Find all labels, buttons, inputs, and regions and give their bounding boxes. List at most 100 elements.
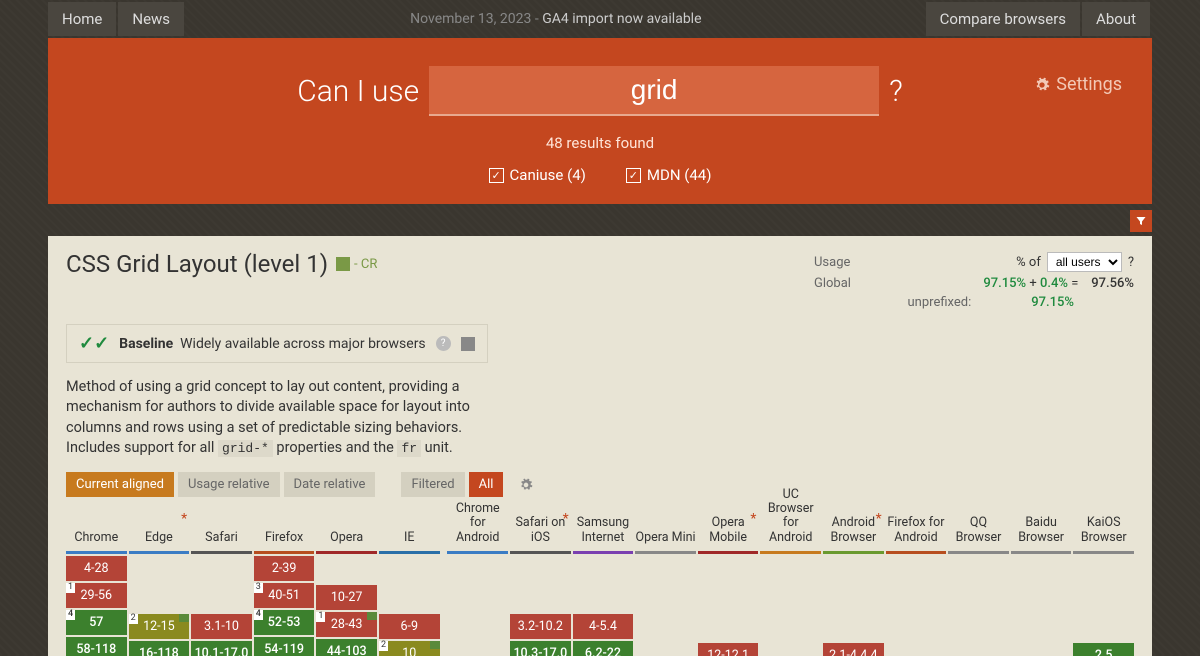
version-cell[interactable]: 3.1-10 bbox=[191, 614, 252, 639]
version-cell[interactable]: 16-118 bbox=[129, 641, 190, 656]
browser-header[interactable]: KaiOS Browser bbox=[1073, 509, 1134, 551]
browser-header[interactable]: Edge* bbox=[129, 509, 190, 551]
usage-scope-select[interactable]: all users bbox=[1047, 252, 1122, 272]
browser-header[interactable]: Firefox for Android bbox=[886, 509, 947, 551]
viewmode-usage[interactable]: Usage relative bbox=[178, 472, 280, 497]
viewmode-current[interactable]: Current aligned bbox=[66, 472, 174, 497]
browser-header[interactable]: Samsung Internet bbox=[573, 509, 634, 551]
note-badge: 2 bbox=[379, 641, 388, 651]
spec-status[interactable]: - CR bbox=[336, 257, 377, 272]
browser-header[interactable]: Chrome for Android bbox=[447, 509, 508, 551]
nav-compare[interactable]: Compare browsers bbox=[926, 2, 1080, 36]
viewmode-filtered[interactable]: Filtered bbox=[401, 472, 464, 497]
version-cell[interactable]: 2-39 bbox=[254, 556, 315, 581]
baseline-help-icon[interactable]: ? bbox=[436, 336, 451, 351]
browser-column: UC Browser for Android bbox=[760, 509, 821, 656]
browser-underline bbox=[129, 551, 190, 554]
version-cell[interactable]: 6-9 bbox=[379, 614, 440, 639]
global-label: Global bbox=[814, 276, 983, 291]
browser-header[interactable]: Baidu Browser bbox=[1011, 509, 1072, 551]
version-cell[interactable]: 10-27 bbox=[316, 585, 377, 610]
browser-underline bbox=[1073, 551, 1134, 554]
browser-column: Opera Mobile* 12-12.1 bbox=[698, 509, 759, 656]
version-cell[interactable]: 52-534 bbox=[254, 610, 315, 635]
browser-underline bbox=[1011, 551, 1072, 554]
browser-underline bbox=[510, 551, 571, 554]
browser-header[interactable]: Chrome bbox=[66, 509, 127, 551]
version-cell[interactable]: 3.2-10.2 bbox=[510, 614, 571, 639]
news-link[interactable]: GA4 import now available bbox=[542, 11, 701, 27]
browser-header[interactable]: Opera Mini bbox=[635, 509, 696, 551]
browser-column: Edge* 12-152 16-118 bbox=[129, 509, 190, 656]
settings-button[interactable]: Settings bbox=[1034, 74, 1122, 95]
browser-header[interactable]: Opera Mobile* bbox=[698, 509, 759, 551]
nav-news[interactable]: News bbox=[118, 2, 184, 36]
checkmark-icon: ✓ bbox=[626, 168, 641, 183]
viewmode-all[interactable]: All bbox=[469, 472, 504, 497]
version-cell[interactable]: 28-431 bbox=[316, 612, 377, 637]
prefix-flag-icon bbox=[430, 641, 440, 649]
gear-icon bbox=[1034, 77, 1050, 93]
nav-about[interactable]: About bbox=[1082, 2, 1150, 36]
version-cell[interactable]: 4-5.4 bbox=[573, 614, 634, 639]
version-cell[interactable]: 2.1-4.4.4 bbox=[823, 643, 884, 656]
prefix-flag-icon bbox=[367, 612, 377, 620]
browser-header[interactable]: QQ Browser bbox=[948, 509, 1009, 551]
browser-column: Opera Mini bbox=[635, 509, 696, 656]
flag-icon[interactable] bbox=[461, 337, 475, 351]
unprefixed-pct: 97.15% bbox=[1031, 295, 1074, 310]
browser-header[interactable]: UC Browser for Android bbox=[760, 509, 821, 551]
version-cell[interactable]: 4-28 bbox=[66, 556, 127, 581]
browser-column: Chrome for Android bbox=[447, 509, 508, 656]
version-cell[interactable]: 12-12.1 bbox=[698, 643, 759, 656]
viewmode-gear-icon[interactable] bbox=[519, 478, 533, 492]
version-cell[interactable]: 44-103 bbox=[316, 639, 377, 656]
prefix-flag-icon bbox=[179, 614, 189, 622]
source-mdn-checkbox[interactable]: ✓ MDN (44) bbox=[626, 166, 712, 184]
version-cell[interactable]: 10.3-17.0 bbox=[510, 641, 571, 656]
browser-header[interactable]: Safari bbox=[191, 509, 252, 551]
version-cell[interactable]: 29-561 bbox=[66, 583, 127, 608]
browser-underline bbox=[447, 551, 508, 554]
browser-header[interactable]: Firefox bbox=[254, 509, 315, 551]
spec-icon bbox=[336, 257, 350, 271]
browser-underline bbox=[886, 551, 947, 554]
feature-title: CSS Grid Layout (level 1) bbox=[66, 250, 328, 278]
note-badge: 1 bbox=[316, 612, 325, 622]
nav-home[interactable]: Home bbox=[48, 2, 116, 36]
browser-header[interactable]: Android Browser* bbox=[823, 509, 884, 551]
source-caniuse-checkbox[interactable]: ✓ Caniuse (4) bbox=[489, 166, 586, 184]
funnel-icon bbox=[1135, 215, 1147, 227]
version-cell[interactable]: 574 bbox=[66, 610, 127, 635]
browser-header[interactable]: Opera bbox=[316, 509, 377, 551]
browser-underline bbox=[760, 551, 821, 554]
version-cell[interactable]: 12-152 bbox=[129, 614, 190, 639]
usage-label: Usage bbox=[814, 255, 1016, 270]
usage-help[interactable]: ? bbox=[1128, 255, 1134, 270]
news-banner: November 13, 2023 - GA4 import now avail… bbox=[186, 11, 926, 27]
version-cell[interactable]: 10.1-17.0 bbox=[191, 641, 252, 656]
viewmode-date[interactable]: Date relative bbox=[284, 472, 376, 497]
browser-column: QQ Browser bbox=[948, 509, 1009, 656]
note-star-icon: * bbox=[563, 511, 569, 527]
search-hero: Can I use ? Settings 48 results found ✓ … bbox=[48, 38, 1152, 204]
results-count: 48 results found bbox=[68, 134, 1132, 152]
browser-header[interactable]: Safari on iOS* bbox=[510, 509, 571, 551]
browser-underline bbox=[66, 551, 127, 554]
version-cell[interactable]: 102 bbox=[379, 641, 440, 656]
version-cell[interactable]: 58-118 bbox=[66, 637, 127, 656]
browser-underline bbox=[379, 551, 440, 554]
version-cell[interactable]: 54-119 bbox=[254, 637, 315, 656]
search-input[interactable] bbox=[429, 66, 879, 116]
browser-column: IE 6-9 102 bbox=[379, 509, 440, 656]
version-cell[interactable]: 2.5 bbox=[1073, 643, 1134, 656]
filter-button[interactable] bbox=[1130, 210, 1152, 232]
feature-description: Method of using a grid concept to lay ou… bbox=[66, 377, 506, 458]
version-cell[interactable]: 40-513 bbox=[254, 583, 315, 608]
browser-column: Firefox 2-3940-51352-534 54-119 bbox=[254, 509, 315, 656]
note-badge: 2 bbox=[129, 614, 138, 624]
browser-column: Android Browser* 2.1-4.4.4 bbox=[823, 509, 884, 656]
news-date: November 13, 2023 bbox=[410, 11, 531, 27]
version-cell[interactable]: 6.2-22 bbox=[573, 641, 634, 656]
browser-header[interactable]: IE bbox=[379, 509, 440, 551]
